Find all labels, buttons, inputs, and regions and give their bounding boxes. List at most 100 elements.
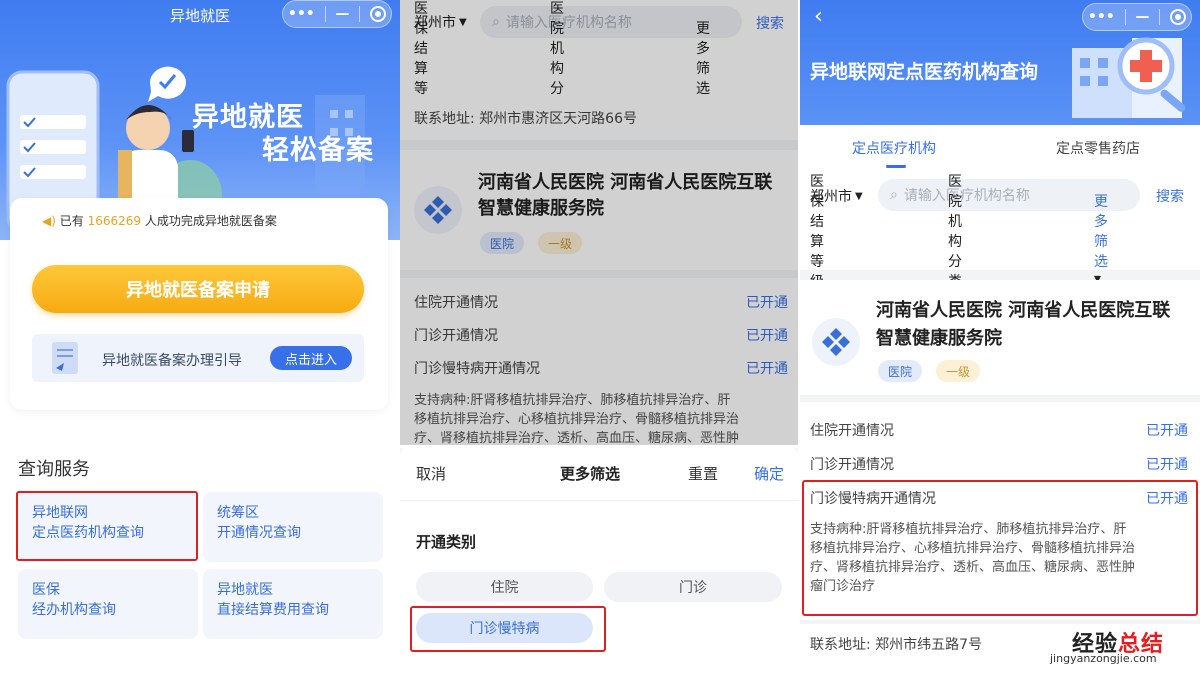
institution-card[interactable]: 河南省人民医院 河南省人民医院互联 智慧健康服务院 医院 一级: [800, 280, 1200, 395]
service-pooling-area[interactable]: 统筹区 开通情况查询: [203, 492, 383, 562]
guide-banner[interactable]: 异地就医备案办理引导 点击进入: [32, 334, 364, 382]
row-label: 门诊开通情况: [414, 328, 498, 344]
search-icon: ⌕: [890, 187, 898, 203]
tab-bar: 定点医疗机构 定点零售药店: [800, 125, 1200, 175]
row-label: 门诊开通情况: [810, 457, 894, 473]
document-icon: [52, 342, 78, 374]
address-value: 郑州市惠济区天河路66号: [479, 111, 637, 127]
minimize-icon[interactable]: —: [1135, 9, 1149, 25]
inpatient-status-row: 住院开通情况 已开通: [810, 420, 1188, 440]
outpatient-status-row: 门诊开通情况 已开通: [810, 454, 1188, 474]
guide-text: 异地就医备案办理引导: [102, 353, 242, 369]
panel-institution-query: ‹ ••• — 异地联网定点医药机构查询 定点医疗机构 定点零售药店 郑州市 ▼…: [800, 0, 1200, 675]
service-settlement-cost[interactable]: 异地就医 直接结算费用查询: [203, 569, 383, 639]
search-placeholder: 请输入医疗机构名称: [505, 15, 632, 31]
panel-remote-medical-home: 异地就医 ••• — 异地就医 轻松备案 ◀) 已有 1666269 人成功完成…: [0, 0, 400, 675]
highlight-box: [802, 480, 1198, 616]
service-line1: 统筹区: [217, 505, 259, 521]
active-tab-indicator: [886, 165, 906, 168]
miniprogram-capsule[interactable]: ••• —: [1082, 3, 1192, 31]
institution-name-line1: 河南省人民医院 河南省人民医院互联: [478, 172, 773, 193]
type-badge: 医院: [878, 360, 923, 382]
close-target-icon[interactable]: [370, 6, 387, 22]
more-icon[interactable]: •••: [288, 6, 315, 22]
row-value: 已开通: [1146, 457, 1188, 473]
confirm-button[interactable]: 确定: [754, 463, 784, 484]
caret-down-icon: ▼: [459, 16, 467, 28]
header-title: 异地联网定点医药机构查询: [810, 61, 1039, 83]
sheet-title: 更多筛选: [560, 465, 621, 483]
service-line1: 异地就医: [217, 582, 273, 598]
highlight-box: [410, 606, 606, 652]
divider: [400, 500, 798, 501]
search-button[interactable]: 搜索: [756, 13, 784, 33]
address-label: 联系地址:: [414, 111, 475, 127]
chip-outpatient[interactable]: 门诊: [604, 572, 782, 602]
search-placeholder: 请输入医疗机构名称: [903, 188, 1030, 204]
query-services-title: 查询服务: [18, 459, 90, 480]
service-line2: 经办机构查询: [32, 602, 116, 618]
filter-label: 医保结算等级: [810, 174, 824, 290]
disease-line: 支持病种:肝肾移植抗排异治疗、肺移植抗排异治疗、肝: [414, 393, 731, 408]
institution-status: 住院开通情况 已开通 门诊开通情况 已开通 门诊慢特病开通情况 已开通 支持病种…: [800, 402, 1200, 620]
notice-count: 1666269: [87, 214, 142, 228]
institution-status: 住院开通情况 已开通 门诊开通情况 已开通 门诊慢特病开通情况 已开通 支持病种…: [400, 278, 798, 448]
panel-filter-sheet: 郑州市 ▼ ⌕ 请输入医疗机构名称 搜索 医保结算等级 ▾ 医院机构分类 ▾ 更…: [400, 0, 798, 675]
institution-name-line2: 智慧健康服务院: [876, 328, 1002, 349]
hospital-logo-icon: [414, 186, 462, 234]
tab-retail-pharmacies[interactable]: 定点零售药店: [1056, 138, 1140, 158]
prev-card-tail: 联系地址: 郑州市惠济区天河路66号: [400, 100, 798, 140]
tab-medical-institutions[interactable]: 定点医疗机构: [852, 138, 936, 158]
outpatient-status-row: 门诊开通情况 已开通: [414, 325, 788, 345]
enter-guide-button[interactable]: 点击进入: [270, 346, 352, 370]
reset-button[interactable]: 重置: [688, 463, 718, 484]
service-insurance-agency[interactable]: 医保 经办机构查询: [18, 569, 198, 639]
row-value: 已开通: [746, 328, 788, 344]
filter-label: 更多筛选: [696, 21, 710, 97]
close-target-icon[interactable]: [1170, 9, 1187, 25]
more-filters-sheet: 取消 更多筛选 重置 确定 开通类别 住院 门诊 门诊慢特病: [400, 445, 798, 675]
supported-diseases: 支持病种:肝肾移植抗排异治疗、肺移植抗排异治疗、肝 移植抗排异治疗、心移植抗排异…: [414, 391, 739, 448]
notice-suffix: 人成功完成异地就医备案: [144, 214, 277, 228]
address-row: 联系地址: 郑州市纬五路7号: [810, 634, 982, 654]
slogan-line2: 轻松备案: [262, 135, 374, 166]
row-value: 已开通: [746, 295, 788, 311]
notice-prefix: 已有: [59, 214, 84, 228]
watermark-url: jingyanzongjie.com: [1050, 652, 1157, 665]
level-badge: 一级: [936, 360, 981, 382]
institution-name-line2: 智慧健康服务院: [478, 198, 604, 219]
back-chevron-left-icon[interactable]: ‹: [814, 4, 823, 29]
apply-registration-button[interactable]: 异地就医备案申请: [32, 265, 364, 313]
minimize-icon[interactable]: —: [335, 6, 349, 22]
caret-down-icon: ▼: [855, 190, 863, 202]
category-title: 开通类别: [416, 533, 477, 551]
row-label: 住院开通情况: [810, 423, 894, 439]
service-line2: 直接结算费用查询: [217, 602, 329, 618]
search-button[interactable]: 搜索: [1156, 186, 1184, 206]
filter-more[interactable]: 更多筛选 ▾: [1094, 191, 1108, 287]
institution-card[interactable]: 河南省人民医院 河南省人民医院互联 智慧健康服务院 医院 一级: [400, 150, 798, 270]
service-line2: 开通情况查询: [217, 525, 301, 541]
miniprogram-capsule[interactable]: ••• —: [282, 0, 392, 28]
chip-inpatient[interactable]: 住院: [416, 572, 593, 602]
chronic-disease-status-row: 门诊慢特病开通情况 已开通: [414, 358, 788, 378]
filter-label: 医院机构分类: [948, 174, 962, 290]
registration-notice: ◀) 已有 1666269 人成功完成异地就医备案: [42, 212, 277, 229]
type-badge: 医院: [480, 232, 525, 254]
address-row: 联系地址: 郑州市惠济区天河路66号: [414, 108, 637, 128]
more-icon[interactable]: •••: [1088, 9, 1115, 25]
cancel-button[interactable]: 取消: [416, 463, 446, 484]
service-line1: 医保: [32, 582, 60, 598]
row-label: 门诊慢特病开通情况: [414, 361, 540, 377]
disease-line: 移植抗排异治疗、心移植抗排异治疗、骨髓移植抗排异治: [414, 412, 740, 427]
hospital-logo-icon: [812, 318, 860, 366]
search-icon: ⌕: [492, 14, 500, 30]
speaker-icon: ◀): [42, 214, 56, 228]
inpatient-status-row: 住院开通情况 已开通: [414, 292, 788, 312]
level-badge: 一级: [538, 232, 583, 254]
address-label: 联系地址:: [810, 637, 871, 653]
address-value: 郑州市纬五路7号: [875, 637, 983, 653]
filter-label: 更多筛选: [1094, 194, 1108, 270]
institution-name-line1: 河南省人民医院 河南省人民医院互联: [876, 300, 1171, 321]
highlight-box: [16, 491, 198, 561]
